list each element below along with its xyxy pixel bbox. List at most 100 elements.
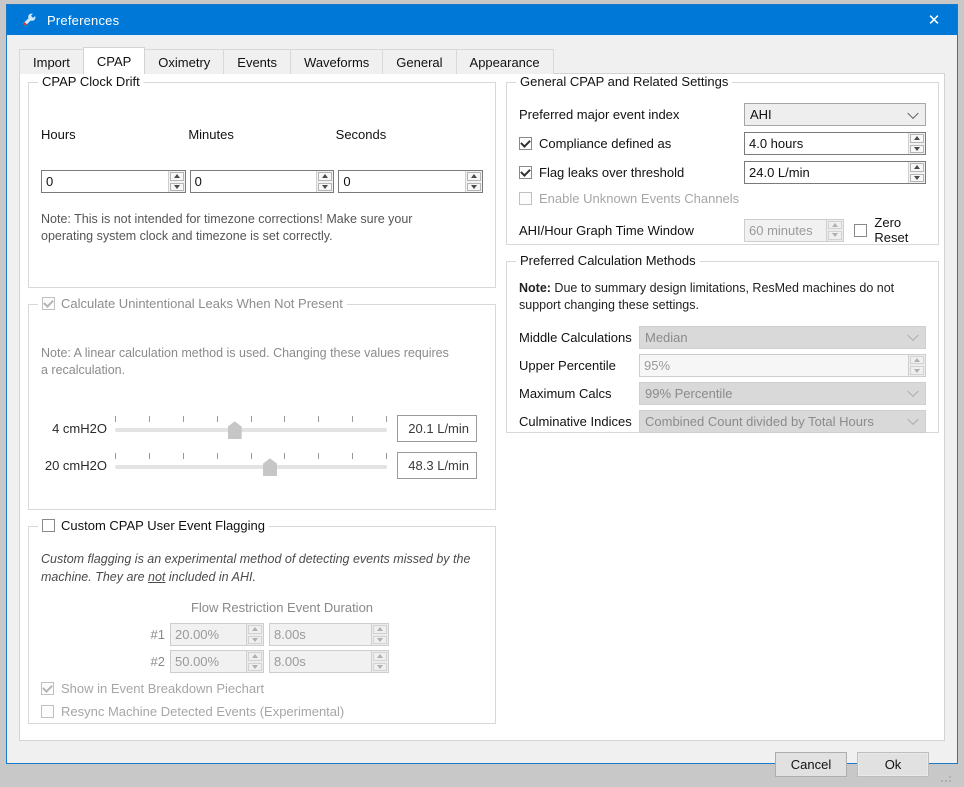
tab-appearance[interactable]: Appearance (455, 49, 554, 74)
chevron-down-icon (907, 413, 919, 426)
middle-calculations-combo[interactable]: Median (639, 325, 926, 349)
graph-window-spin-up[interactable] (828, 220, 843, 229)
upper-percentile-spin-down[interactable] (909, 366, 924, 375)
tab-bar: Import CPAP Oximetry Events Waveforms Ge… (7, 47, 957, 74)
preferences-window: Preferences ✕ Import CPAP Oximetry Event… (6, 4, 958, 782)
graph-window-spin-down[interactable] (828, 231, 843, 240)
culminative-indices-combo[interactable]: Combined Count divided by Total Hours (639, 409, 926, 433)
tab-oximetry[interactable]: Oximetry (144, 49, 225, 74)
leak-threshold-option[interactable]: Flag leaks over threshold (519, 165, 744, 180)
flagging-restriction-2[interactable]: 50.00% (170, 650, 264, 673)
flagging-duration-1[interactable]: 8.00s (269, 623, 389, 646)
clock-drift-headers: Hours Minutes Seconds (41, 127, 483, 142)
leak-threshold-spinbox[interactable]: 24.0 L/min (744, 161, 926, 184)
major-event-index-combo[interactable]: AHI (744, 103, 926, 126)
flagging-row-2: #2 50.00% 8.00s (41, 650, 483, 673)
minutes-spinbox[interactable]: 0 (189, 170, 335, 193)
zero-reset-checkbox[interactable] (854, 223, 868, 237)
flagging-duration-1-spin[interactable] (371, 624, 388, 645)
compliance-checkbox[interactable] (519, 137, 532, 150)
zero-reset-option[interactable]: Zero Reset (854, 215, 926, 245)
hours-spin-buttons[interactable] (167, 171, 185, 192)
minutes-spin-buttons[interactable] (316, 171, 334, 192)
tab-events[interactable]: Events (223, 49, 292, 74)
major-event-index-value: AHI (750, 107, 772, 122)
ok-button[interactable]: Ok (857, 751, 929, 777)
upper-percentile-spinbox[interactable]: 95% (639, 353, 926, 377)
flagging-duration-1-up[interactable] (373, 625, 387, 634)
flagging-duration-1-down[interactable] (373, 635, 387, 644)
close-icon[interactable]: ✕ (911, 5, 957, 35)
flagging-duration-2[interactable]: 8.00s (269, 650, 389, 673)
leak-slider-label-high: 20 cmH2O (44, 457, 107, 473)
leak-slider-handle-low[interactable] (227, 421, 242, 440)
compliance-spin-down[interactable] (909, 144, 924, 153)
flagging-restriction-1-down[interactable] (248, 635, 262, 644)
leak-threshold-value: 24.0 L/min (749, 165, 810, 180)
minutes-spin-down[interactable] (318, 182, 333, 191)
upper-percentile-spin[interactable] (907, 354, 925, 376)
flagging-restriction-1-up[interactable] (248, 625, 262, 634)
flagging-checkbox[interactable] (42, 519, 55, 532)
maximum-calcs-value: 99% Percentile (645, 385, 733, 401)
flagging-legend-label: Custom CPAP User Event Flagging (61, 518, 265, 533)
resync-option[interactable]: Resync Machine Detected Events (Experime… (41, 704, 483, 719)
cancel-button[interactable]: Cancel (775, 751, 847, 777)
leak-slider-high[interactable] (115, 452, 387, 478)
seconds-spin-up[interactable] (467, 172, 482, 181)
leak-slider-low[interactable] (115, 415, 387, 441)
seconds-spin-down[interactable] (467, 182, 482, 191)
flagging-duration-1-value: 8.00s (274, 627, 306, 642)
graph-window-spin[interactable] (826, 219, 844, 241)
tab-import[interactable]: Import (19, 49, 84, 74)
piechart-checkbox[interactable] (41, 682, 54, 695)
leak-threshold-spin[interactable] (907, 162, 925, 183)
resync-checkbox[interactable] (41, 705, 54, 718)
clock-drift-legend: CPAP Clock Drift (38, 74, 144, 89)
hours-spin-down[interactable] (169, 182, 184, 191)
maximum-calcs-combo[interactable]: 99% Percentile (639, 381, 926, 405)
flagging-note-underlined: not (148, 569, 166, 584)
leak-slider-handle-high[interactable] (263, 458, 278, 477)
seconds-value: 0 (343, 174, 351, 189)
flagging-restriction-1-spin[interactable] (246, 624, 263, 645)
graph-window-spinbox[interactable]: 60 minutes (744, 218, 845, 242)
flagging-restriction-2-spin[interactable] (246, 651, 263, 672)
resize-grip[interactable] (941, 772, 953, 784)
compliance-spinbox[interactable]: 4.0 hours (744, 132, 926, 155)
flagging-duration-2-value: 8.00s (274, 654, 306, 669)
flagging-restriction-2-down[interactable] (248, 662, 262, 671)
group-clock-drift: CPAP Clock Drift Hours Minutes Seconds 0 (28, 74, 496, 288)
leak-threshold-spin-down[interactable] (909, 173, 924, 182)
upper-percentile-spin-up[interactable] (909, 355, 924, 365)
compliance-spin[interactable] (907, 133, 925, 154)
tab-general[interactable]: General (382, 49, 457, 74)
row-upper-percentile: Upper Percentile 95% (519, 353, 926, 377)
compliance-option[interactable]: Compliance defined as (519, 136, 744, 151)
flagging-restriction-2-up[interactable] (248, 652, 262, 661)
group-custom-flagging: Custom CPAP User Event Flagging Custom f… (28, 518, 496, 724)
seconds-spinbox[interactable]: 0 (338, 170, 484, 193)
flagging-duration-2-up[interactable] (373, 652, 387, 661)
minutes-spin-up[interactable] (318, 172, 333, 181)
flagging-duration-2-spin[interactable] (371, 651, 388, 672)
maximum-calcs-label: Maximum Calcs (519, 385, 612, 401)
middle-calculations-value: Median (645, 329, 688, 345)
flagging-restriction-1[interactable]: 20.00% (170, 623, 264, 646)
graph-window-value: 60 minutes (749, 222, 813, 238)
tab-waveforms[interactable]: Waveforms (290, 49, 384, 74)
unknown-events-option[interactable]: Enable Unknown Events Channels (519, 191, 926, 206)
hours-spin-up[interactable] (169, 172, 184, 181)
leak-threshold-spin-up[interactable] (909, 163, 924, 172)
unknown-events-checkbox[interactable] (519, 192, 532, 205)
tab-cpap[interactable]: CPAP (82, 47, 146, 74)
piechart-option[interactable]: Show in Event Breakdown Piechart (41, 681, 483, 696)
hours-spinbox[interactable]: 0 (41, 170, 186, 193)
flagging-duration-2-down[interactable] (373, 662, 387, 671)
leak-value-high: 48.3 L/min (397, 451, 477, 479)
compliance-spin-up[interactable] (909, 134, 924, 143)
leaks-checkbox[interactable] (42, 297, 55, 310)
flagging-note-post: included in AHI. (165, 569, 256, 584)
leak-threshold-checkbox[interactable] (519, 166, 532, 179)
seconds-spin-buttons[interactable] (465, 171, 483, 192)
